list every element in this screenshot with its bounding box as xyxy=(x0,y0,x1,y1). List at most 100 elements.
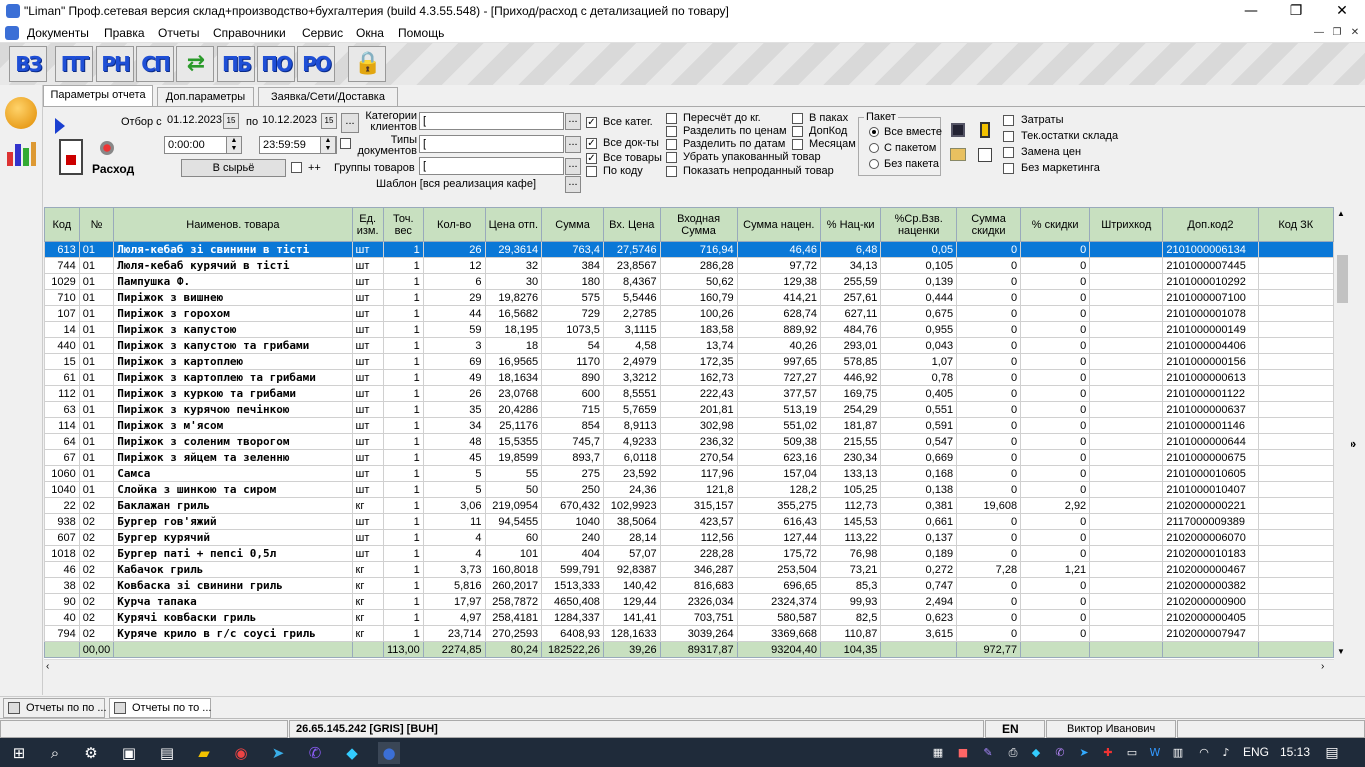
remove-packed-checkbox[interactable] xyxy=(666,152,677,163)
clipboard-icon[interactable] xyxy=(980,122,990,138)
package-with-radio[interactable] xyxy=(869,143,879,153)
package-all-radio[interactable] xyxy=(869,127,879,137)
split-prices-checkbox[interactable] xyxy=(666,126,677,137)
column-header[interactable]: %Ср.Взв. наценки xyxy=(880,207,958,242)
column-header[interactable]: Доп.код2 xyxy=(1162,207,1259,242)
column-header[interactable]: Вх. Цена xyxy=(602,207,661,242)
show-unsold-checkbox[interactable] xyxy=(666,166,677,177)
horizontal-scrollbar[interactable]: ‹ › xyxy=(44,659,1334,676)
tray-telegram-icon[interactable]: ➤ xyxy=(1076,745,1092,761)
tray-red-icon[interactable]: ■ xyxy=(955,745,971,761)
table-row[interactable]: 38 02 Ковбаска зі свинини гриль кг 1 5,816 260… xyxy=(44,577,1334,594)
table-row[interactable]: 61 01 Пиріжок з картоплею та грибами шт 1 49 1… xyxy=(44,369,1334,386)
all-categories-checkbox[interactable]: ✓ xyxy=(586,117,597,128)
clock[interactable]: 15:13 xyxy=(1280,745,1310,759)
close-button[interactable]: ✕ xyxy=(1319,0,1365,23)
column-header[interactable]: Наименов. товара xyxy=(113,207,353,242)
rn-doc-button[interactable]: РН xyxy=(96,46,134,82)
sp-doc-button[interactable]: СП xyxy=(136,46,174,82)
menu-documents[interactable]: Документы xyxy=(27,26,89,40)
pb-doc-button[interactable]: ПБ xyxy=(217,46,255,82)
liman-app-icon[interactable]: ● xyxy=(378,742,400,764)
table-row[interactable]: 40 02 Курячі ковбаски гриль кг 1 4,97 258,4181… xyxy=(44,609,1334,626)
all-products-checkbox[interactable]: ✓ xyxy=(586,153,597,164)
input-language[interactable]: ENG xyxy=(1243,745,1269,759)
bar-chart-icon[interactable] xyxy=(7,140,37,166)
price-replace-checkbox[interactable] xyxy=(1003,147,1014,158)
notifications-icon[interactable]: ▤ xyxy=(1324,745,1340,761)
volume-icon[interactable]: ♪ xyxy=(1218,745,1234,761)
vertical-scrollbar[interactable]: ▲ ▼ xyxy=(1334,207,1351,659)
tray-shield-icon[interactable]: ✚ xyxy=(1100,745,1116,761)
tray-monitor-icon[interactable]: ▭ xyxy=(1124,745,1140,761)
scroll-up-icon[interactable]: ▲ xyxy=(1337,209,1345,218)
table-row[interactable]: 1060 01 Самса шт 1 5 55 275 23,592 117,96 157,04 13… xyxy=(44,465,1334,482)
menu-windows[interactable]: Окна xyxy=(356,26,384,40)
menu-help[interactable]: Помощь xyxy=(398,26,444,40)
split-dates-checkbox[interactable] xyxy=(666,139,677,150)
table-row[interactable]: 1029 01 Пампушка Ф. шт 1 6 30 180 8,4367 50,62 129… xyxy=(44,273,1334,290)
settings-icon[interactable]: ⚙ xyxy=(80,742,102,764)
product-groups-field[interactable]: [ xyxy=(419,157,564,175)
doc-types-field[interactable]: [ xyxy=(419,135,564,153)
column-header[interactable]: Кол-во xyxy=(422,207,486,242)
client-categories-field[interactable]: [ xyxy=(419,112,564,130)
in-packs-checkbox[interactable] xyxy=(792,113,803,124)
table-row[interactable]: 794 02 Куряче крило в г/с соусі гриль кг 1 23… xyxy=(44,625,1334,642)
chrome-icon[interactable]: ◉ xyxy=(230,742,252,764)
column-header[interactable]: % Нац-ки xyxy=(819,207,882,242)
table-row[interactable]: 22 02 Баклажан гриль кг 1 3,06 219,0954 670,432… xyxy=(44,497,1334,514)
all-docs-checkbox[interactable]: ✓ xyxy=(586,138,597,149)
vz-doc-button[interactable]: ВЗ xyxy=(9,46,47,82)
scroll-right-icon[interactable]: › xyxy=(1321,661,1324,672)
start-button[interactable]: ⊞ xyxy=(8,742,30,764)
costs-checkbox[interactable] xyxy=(1003,115,1014,126)
table-row[interactable]: 90 02 Курча тапака кг 1 17,97 258,7872 4650,408… xyxy=(44,593,1334,610)
vpn-icon[interactable]: ◆ xyxy=(341,742,363,764)
open-folder-icon[interactable] xyxy=(950,148,966,161)
table-row[interactable]: 114 01 Пиріжок з м'ясом шт 1 34 25,1176 854 8,91… xyxy=(44,417,1334,434)
by-code-checkbox[interactable] xyxy=(586,166,597,177)
menu-references[interactable]: Справочники xyxy=(213,26,286,40)
tray-network-icon[interactable]: ▥ xyxy=(1170,745,1186,761)
column-header[interactable]: % скидки xyxy=(1020,207,1091,242)
table-row[interactable]: 112 01 Пиріжок з куркою та грибами шт 1 26 23,… xyxy=(44,385,1334,402)
table-row[interactable]: 14 01 Пиріжок з капустою шт 1 59 18,195 1073,5 3… xyxy=(44,321,1334,338)
column-header[interactable]: № xyxy=(78,207,115,242)
tray-printer-icon[interactable]: ⎙ xyxy=(1005,745,1021,761)
table-row[interactable]: 64 01 Пиріжок з соленим творогом шт 1 48 15,53… xyxy=(44,433,1334,450)
viber-icon[interactable]: ✆ xyxy=(304,742,326,764)
column-header[interactable]: Штрихкод xyxy=(1089,207,1164,242)
window-tab-1[interactable]: Отчеты по по ... xyxy=(3,698,107,718)
table-row[interactable]: 1018 02 Бургер паті + пепсі 0,5л шт 1 4 101 404… xyxy=(44,545,1334,562)
tab-extra-params[interactable]: Доп.параметры xyxy=(157,87,254,106)
column-header[interactable]: Сумма скидки xyxy=(956,207,1022,242)
doc-types-extra-checkbox[interactable] xyxy=(340,138,351,149)
scroll-left-icon[interactable]: ‹ xyxy=(46,661,49,672)
current-stock-checkbox[interactable] xyxy=(1003,131,1014,142)
table-row[interactable]: 107 01 Пиріжок з горохом шт 1 44 16,5682 729 2,2… xyxy=(44,305,1334,322)
time-to-spinner[interactable]: ▲ ▼ xyxy=(320,136,336,154)
date-more-button[interactable]: ... xyxy=(341,113,359,133)
exchange-button[interactable]: ⇄ xyxy=(176,46,214,82)
menu-reports[interactable]: Отчеты xyxy=(158,26,199,40)
table-row[interactable]: 613 01 Люля-кебаб зі свинини в тісті шт 1 26 2… xyxy=(44,241,1334,258)
table-row[interactable]: 938 02 Бургер гов'яжий шт 1 11 94,5455 1040 38,5… xyxy=(44,513,1334,530)
column-header[interactable]: Входная Сумма xyxy=(659,207,738,242)
minimize-button[interactable]: — xyxy=(1228,0,1274,23)
by-months-checkbox[interactable] xyxy=(792,139,803,150)
column-header[interactable]: Код ЗК xyxy=(1257,207,1334,242)
run-report-icon[interactable] xyxy=(55,118,65,134)
table-row[interactable]: 15 01 Пиріжок з картоплею шт 1 69 16,9565 1170 2… xyxy=(44,353,1334,370)
menu-service[interactable]: Сервис xyxy=(302,26,343,40)
tray-app-icon[interactable]: ▦ xyxy=(930,745,946,761)
extra-code-checkbox[interactable] xyxy=(792,126,803,137)
table-row[interactable]: 744 01 Люля-кебаб курячий в тісті шт 1 12 32 38… xyxy=(44,257,1334,274)
ro-doc-button[interactable]: РО xyxy=(297,46,335,82)
table-row[interactable]: 63 01 Пиріжок з курячою печінкою шт 1 35 20,42… xyxy=(44,401,1334,418)
search-icon[interactable]: ⌕ xyxy=(44,742,66,764)
no-marketing-checkbox[interactable] xyxy=(1003,163,1014,174)
table-row[interactable]: 440 01 Пиріжок з капустою та грибами шт 1 3 18… xyxy=(44,337,1334,354)
copy-icon[interactable] xyxy=(978,148,992,162)
column-header[interactable]: Цена отп. xyxy=(484,207,543,242)
